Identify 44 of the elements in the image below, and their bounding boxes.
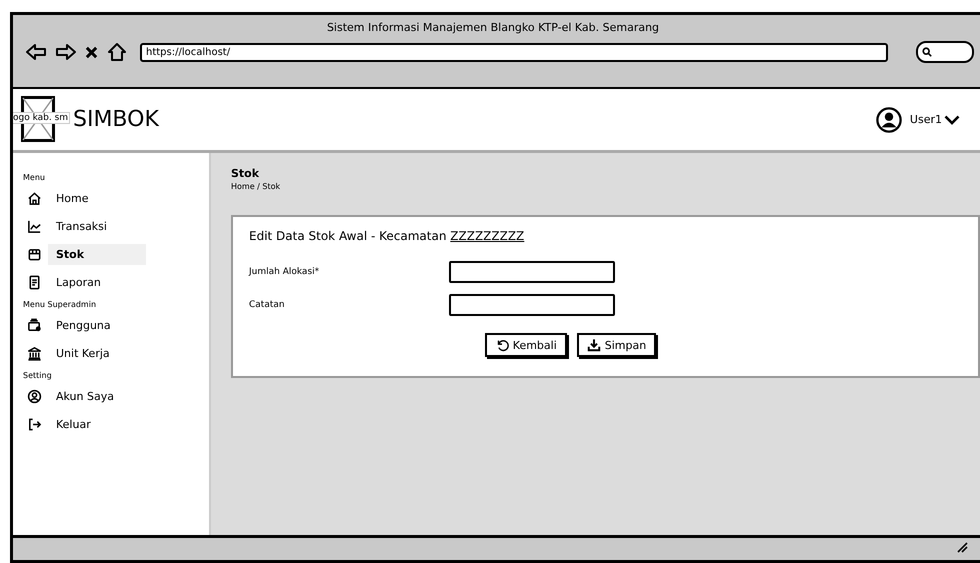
breadcrumb: Home / Stok [231,182,282,191]
form-title: Edit Data Stok Awal - Kecamatan ZZZZZZZZZ [249,229,526,243]
avatar-icon[interactable] [876,106,902,132]
user-card-icon [27,318,42,332]
back-icon[interactable] [25,42,47,62]
district-link[interactable]: ZZZZZZZZZ [450,229,524,243]
close-icon[interactable] [85,46,98,58]
sidebar-item[interactable]: Laporan [48,272,146,292]
home-icon[interactable] [106,42,128,62]
sidebar-item[interactable]: Keluar [48,414,146,434]
user-name[interactable]: User1 [910,113,942,126]
line-chart-icon [27,218,42,234]
section-heading: Menu Superadmin [23,300,98,309]
user-circle-icon [27,388,42,404]
sidebar-item[interactable]: Unit Kerja [48,342,146,364]
sidebar-item[interactable]: Stok [48,244,146,264]
section-heading: Menu [23,173,46,182]
section-heading: Setting [23,371,53,380]
logo-caption: ogo kab. sm [13,112,70,124]
sidebar-item[interactable]: Akun Saya [48,386,146,406]
logout-icon [27,416,42,432]
sidebar-item[interactable]: Home [48,188,146,208]
sidebar-item[interactable]: Pengguna [48,314,146,336]
window-title: Sistem Informasi Manajemen Blangko KTP-el Kab. Semarang [326,20,660,34]
sidebar-item[interactable]: Transaksi [48,216,146,236]
home-icon [27,190,42,206]
input-field[interactable] [449,294,615,316]
box-icon [27,246,42,262]
input-field[interactable] [449,260,615,282]
app-name: SIMBOK [73,107,159,132]
download-icon [586,338,601,352]
search-field[interactable] [916,41,974,63]
search-icon [922,47,932,57]
chevron-down-icon[interactable] [944,114,960,124]
field-label: Catatan [249,300,286,310]
address-bar[interactable]: https://localhost/ [140,42,888,62]
page-title: Stok [231,167,260,180]
resize-grip-icon[interactable] [956,541,968,553]
save-button[interactable]: Simpan [576,333,656,357]
forward-icon[interactable] [55,42,77,62]
field-label: Jumlah Alokasi* [249,266,320,276]
back-button[interactable]: Kembali [484,333,567,357]
bank-icon [27,346,42,360]
document-icon [27,274,42,290]
